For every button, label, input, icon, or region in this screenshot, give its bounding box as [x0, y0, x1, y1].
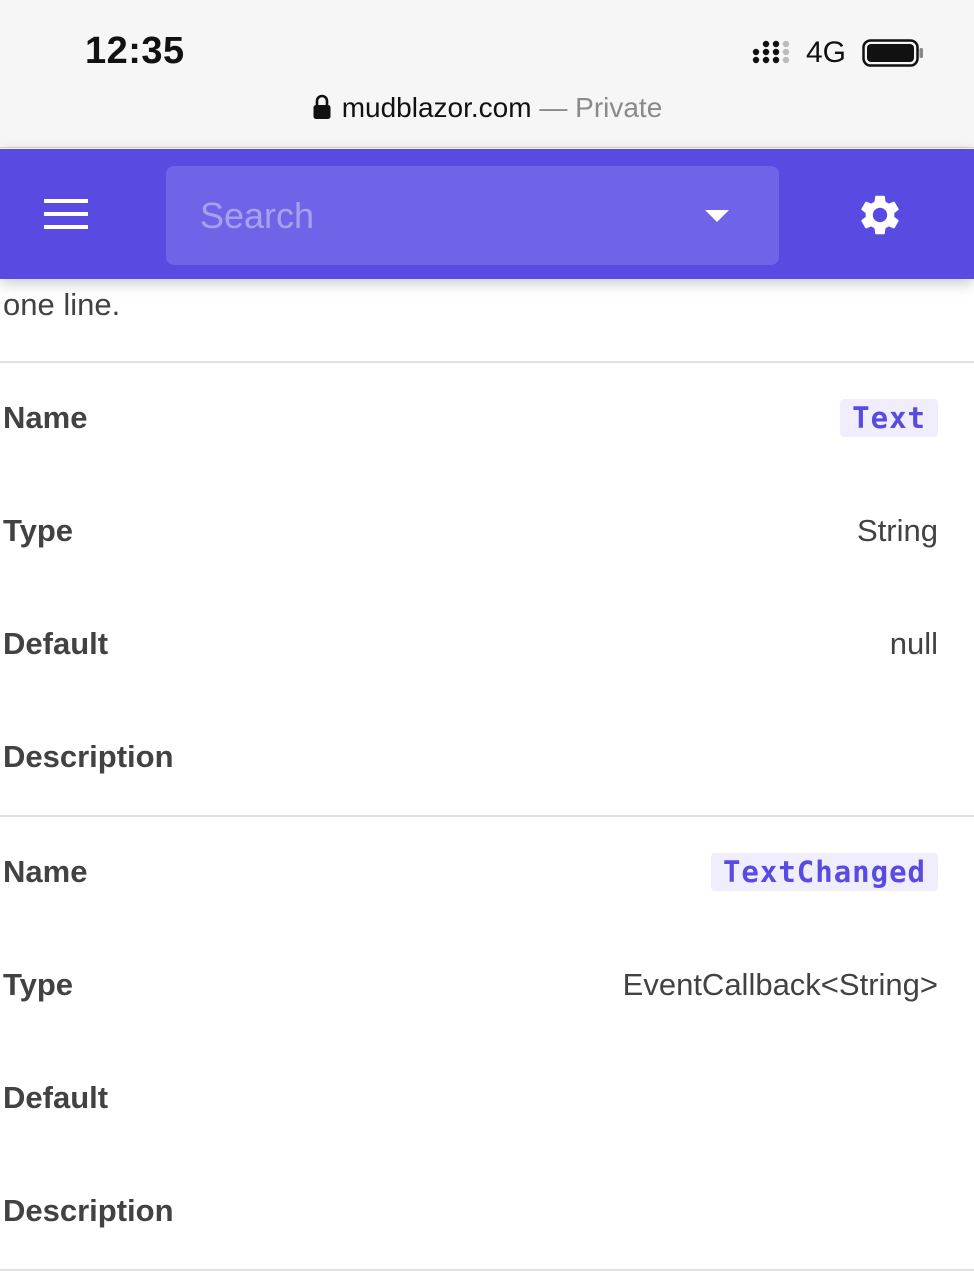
intro-text: one line. — [3, 287, 121, 322]
search-input[interactable] — [200, 166, 670, 265]
app-bar — [0, 149, 974, 279]
browsing-mode: Private — [575, 92, 663, 123]
type-label: Type — [3, 967, 74, 1002]
property-name-row: Name TextChanged — [0, 842, 974, 902]
url-domain: mudblazor.com — [341, 92, 532, 123]
property-type-value: String — [857, 513, 938, 548]
ios-status-bar: 12:35 4G mudblazor.com — Private — [0, 0, 974, 148]
name-label: Name — [3, 400, 88, 435]
type-label: Type — [3, 513, 74, 548]
lock-icon — [313, 94, 331, 119]
hamburger-menu-icon — [44, 199, 88, 229]
gear-icon — [861, 195, 899, 235]
description-label: Description — [3, 1193, 174, 1228]
battery-icon — [862, 39, 923, 67]
menu-button[interactable] — [30, 184, 102, 244]
property-type-row: Type EventCallback<String> — [0, 955, 974, 1015]
name-label: Name — [3, 854, 88, 889]
description-label: Description — [3, 739, 174, 774]
property-description-row: Description — [0, 727, 974, 787]
search-box[interactable] — [166, 166, 779, 265]
property-type-row: Type String — [0, 501, 974, 561]
property-name-value: Text — [840, 399, 938, 437]
network-type: 4G — [806, 36, 847, 69]
property-default-value: null — [889, 626, 938, 661]
caret-down-icon — [705, 210, 729, 222]
api-properties-content: one line. Name Text Type String Default … — [0, 279, 974, 1280]
search-dropdown-toggle[interactable] — [697, 202, 737, 230]
property-description-row: Description — [0, 1181, 974, 1241]
property-type-value: EventCallback<String> — [622, 967, 938, 1002]
default-label: Default — [3, 1080, 109, 1115]
divider — [0, 1269, 974, 1271]
cellular-signal-icon — [752, 40, 790, 64]
default-label: Default — [3, 626, 109, 661]
property-name-value: TextChanged — [710, 853, 938, 891]
url-separator: — — [531, 92, 576, 123]
property-default-row: Default — [0, 1068, 974, 1128]
browser-url-bar[interactable]: mudblazor.com — Private — [0, 92, 974, 132]
status-time: 12:35 — [85, 30, 185, 72]
divider — [0, 815, 974, 817]
property-name-row: Name Text — [0, 388, 974, 448]
settings-button[interactable] — [846, 184, 914, 246]
property-default-row: Default null — [0, 614, 974, 674]
divider — [0, 361, 974, 363]
